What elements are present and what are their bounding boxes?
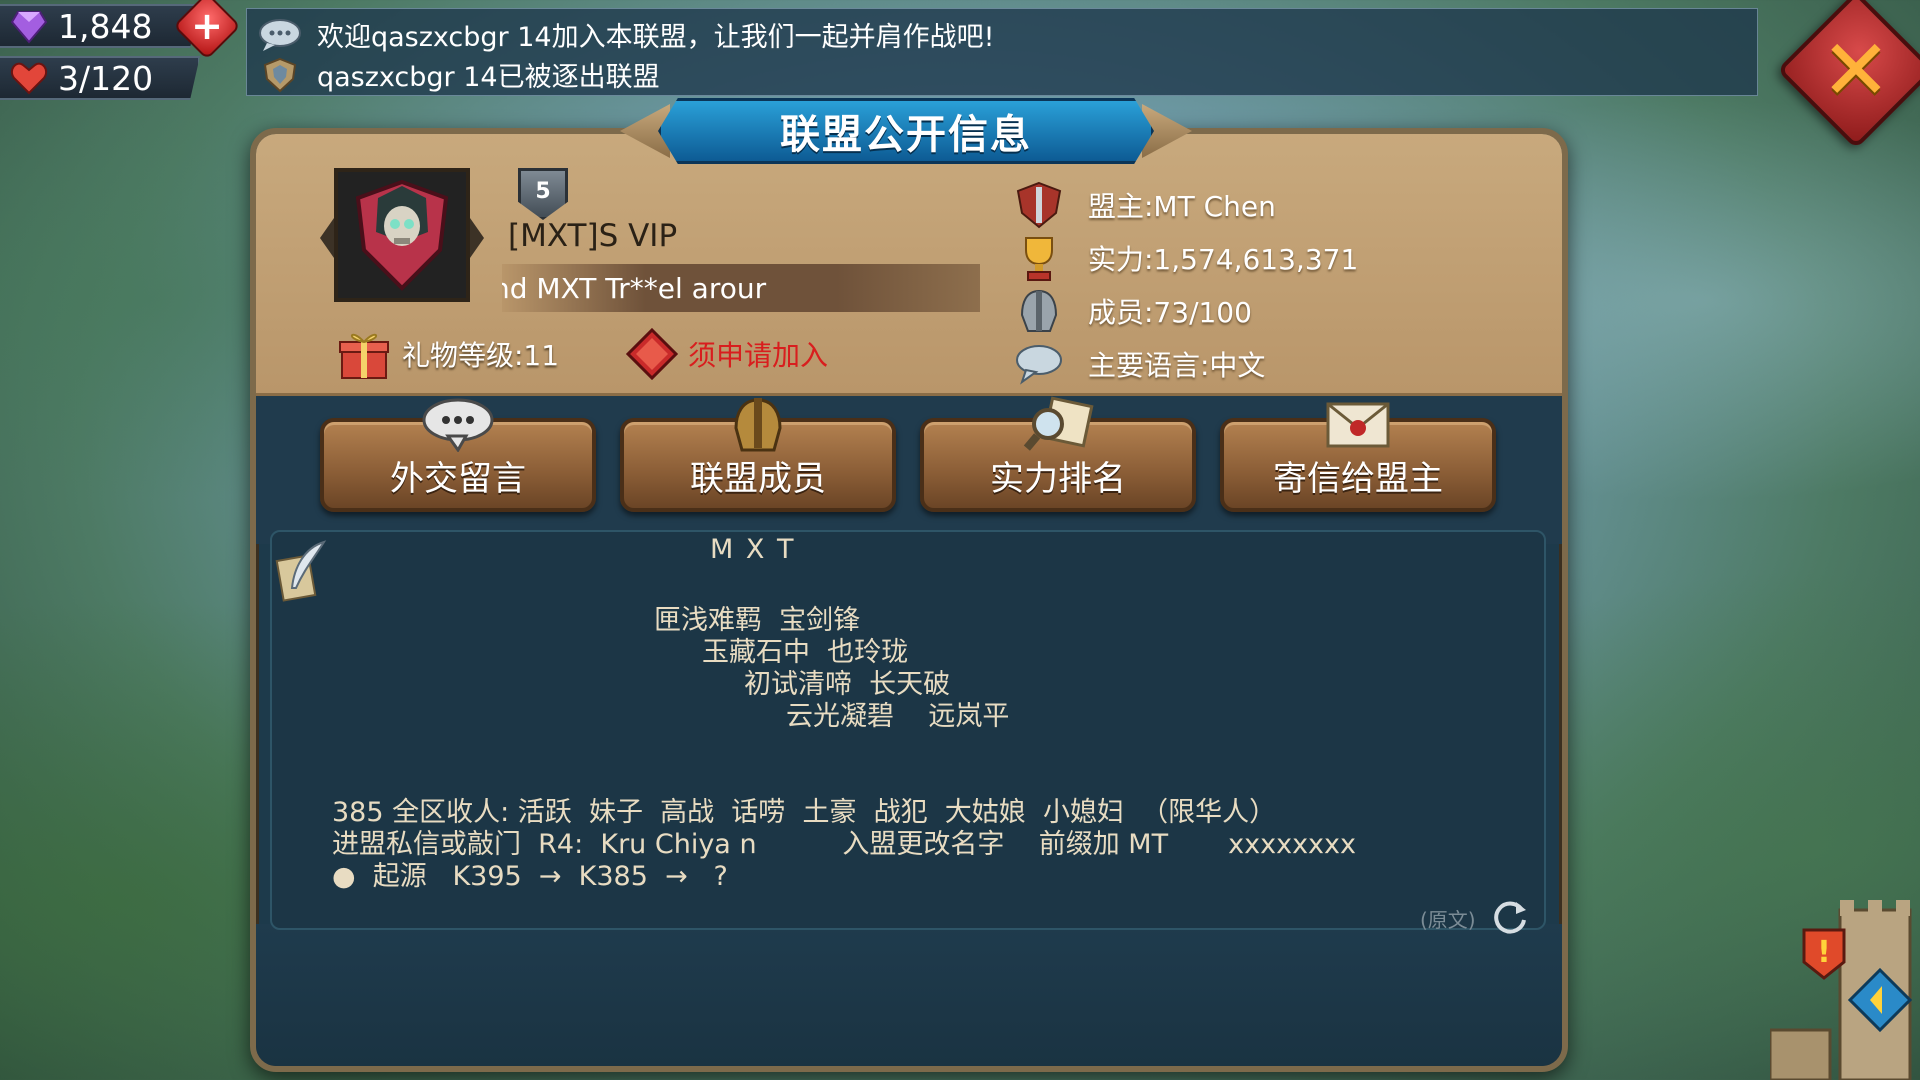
plus-icon: + (191, 3, 223, 48)
alliance-motto-marquee: nd MXT Tr**el arour (502, 264, 980, 312)
heart-icon (10, 62, 48, 95)
original-text-toggle[interactable]: (原文) (1420, 904, 1476, 933)
mail-leader-button[interactable]: 寄信给盟主 (1220, 402, 1496, 512)
castle-shortcut-icon[interactable]: ! (1770, 900, 1920, 1080)
notification-text: qaszxcbgr 14已被逐出联盟 (317, 62, 660, 93)
helmet-icon (1020, 289, 1058, 332)
stamina-counter[interactable]: 3/120 (0, 56, 200, 100)
gift-level-text: 礼物等级:11 (402, 339, 560, 372)
alliance-members-button[interactable]: 联盟成员 (620, 398, 896, 512)
power-text: 实力:1,574,613,371 (1088, 242, 1359, 276)
red-diamond-icon (626, 328, 678, 380)
alliance-motto-text: nd MXT Tr**el arour (502, 271, 767, 305)
members-text: 成员:73/100 (1088, 295, 1252, 329)
gift-box-icon (339, 333, 389, 379)
alliance-stats: 盟主:MT Chen 实力:1,574,613,371 成员:73/100 主要… (1010, 178, 1358, 390)
diplomacy-message-label: 外交留言 (390, 459, 526, 499)
members-row: 成员:73/100 (1010, 284, 1358, 337)
panel-title-text: 联盟公开信息 (780, 112, 1032, 158)
leader-text: 盟主:MT Chen (1088, 189, 1276, 223)
sealed-letter-icon (1326, 402, 1390, 448)
power-ranking-button[interactable]: 实力排名 (920, 396, 1196, 512)
chat-bubble-icon (259, 18, 301, 51)
spartan-helmet-icon (734, 398, 782, 452)
message-bubble-icon (422, 398, 494, 452)
description-line: ● 起源 K395 → K385 → ? (332, 861, 728, 892)
gem-icon (10, 11, 48, 44)
panel-title: 联盟公开信息 (658, 98, 1154, 164)
language-text: 主要语言:中文 (1088, 348, 1266, 382)
join-policy-row: 须申请加入 (626, 328, 828, 380)
leader-crest-icon (1016, 181, 1062, 228)
mail-leader-label: 寄信给盟主 (1273, 459, 1443, 499)
quill-scroll-icon[interactable] (274, 538, 330, 602)
notification-banner: 欢迎qaszxcbgr 14加入本联盟，让我们一起并肩作战吧! qaszxcbg… (246, 8, 1758, 96)
alliance-members-label: 联盟成员 (690, 459, 826, 499)
magnifier-scroll-icon (1023, 396, 1094, 451)
gems-value: 1,848 (58, 6, 153, 46)
gift-level-row: 礼物等级:11 (336, 328, 559, 380)
stamina-value: 3/120 (58, 58, 154, 98)
power-trophy-icon (1025, 236, 1053, 281)
panel-footer-area (256, 924, 1562, 1066)
join-policy-text: 须申请加入 (688, 339, 829, 372)
alliance-emblem[interactable] (320, 168, 484, 302)
notification-text: 欢迎qaszxcbgr 14加入本联盟，让我们一起并肩作战吧! (317, 22, 995, 53)
description-line: 云光凝碧 远岚平 (786, 701, 1010, 732)
language-row: 主要语言:中文 (1010, 337, 1358, 390)
notification-item: qaszxcbgr 14已被逐出联盟 (257, 55, 660, 94)
power-ranking-label: 实力排名 (990, 459, 1126, 499)
notification-item: 欢迎qaszxcbgr 14加入本联盟，让我们一起并肩作战吧! (257, 15, 994, 54)
alliance-name: [MXT]S VIP (508, 218, 678, 254)
close-icon: ✕ (1820, 21, 1892, 120)
leader-row: 盟主:MT Chen (1010, 178, 1358, 231)
power-row: 实力:1,574,613,371 (1010, 231, 1358, 284)
skull-emblem-icon (338, 172, 466, 298)
description-line: M X T (710, 534, 796, 565)
refresh-translate-icon[interactable] (1490, 896, 1530, 936)
svg-text:!: ! (1817, 935, 1831, 970)
gems-counter[interactable]: 1,848 (0, 4, 200, 48)
alliance-crest-icon (263, 57, 297, 92)
diplomacy-message-button[interactable]: 外交留言 (320, 398, 596, 512)
speech-bubble-icon (1016, 344, 1062, 385)
